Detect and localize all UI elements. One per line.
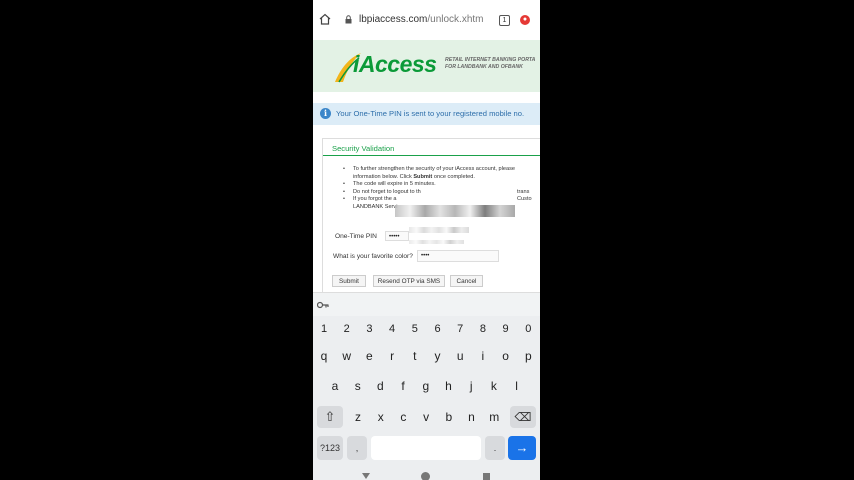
instruction-item: To further strengthen the security of yo…	[343, 166, 540, 181]
key-g[interactable]: g	[418, 376, 434, 396]
url-domain: lbpiaccess.com	[359, 14, 428, 25]
nav-recents-icon[interactable]	[483, 473, 490, 480]
instruction-text: information below. Click	[353, 173, 414, 180]
security-validation-panel: Security Validation To further strengthe…	[322, 138, 540, 302]
key-m[interactable]: m	[486, 406, 502, 428]
key-e[interactable]: e	[361, 346, 377, 366]
resend-otp-button[interactable]: Resend OTP via SMS	[373, 275, 445, 287]
key-2[interactable]: 2	[339, 320, 355, 338]
site-header-banner: iAccess RETAIL INTERNET BANKING PORTA FO…	[313, 40, 540, 92]
on-screen-keyboard: 1234567890 qwertyuiop asdfghjkl ⇧ ⌫ zxcv…	[313, 316, 540, 464]
key-w[interactable]: w	[339, 346, 355, 366]
key-x[interactable]: x	[373, 406, 389, 428]
browser-address-bar: lbpiaccess.com/unlock.xhtm 1 ●	[313, 0, 540, 40]
key-5[interactable]: 5	[407, 320, 423, 338]
instruction-item: Do not forget to logout to th trans	[343, 189, 540, 197]
key-s[interactable]: s	[350, 376, 366, 396]
key-f[interactable]: f	[395, 376, 411, 396]
key-j[interactable]: j	[463, 376, 479, 396]
space-key[interactable]	[371, 436, 481, 460]
url-path: /unlock.xhtm	[427, 14, 484, 25]
key-l[interactable]: l	[509, 376, 525, 396]
tagline-line-2: FOR LANDBANK AND OFBANK	[445, 64, 523, 70]
instruction-text: trans	[517, 188, 530, 195]
keyboard-suggestion-bar	[313, 292, 540, 317]
system-navigation-bar	[313, 464, 540, 480]
key-u[interactable]: u	[452, 346, 468, 366]
keyboard-row-1: qwertyuiop	[313, 346, 540, 366]
key-r[interactable]: r	[384, 346, 400, 366]
instruction-text: Do not forget to logout to th	[353, 188, 421, 195]
key-h[interactable]: h	[441, 376, 457, 396]
backspace-icon[interactable]: ⌫	[510, 406, 536, 428]
key-3[interactable]: 3	[361, 320, 377, 338]
redacted-text-blur	[409, 227, 469, 233]
key-0[interactable]: 0	[520, 320, 536, 338]
cancel-button[interactable]: Cancel	[450, 275, 483, 287]
logo-text: iAccess	[353, 51, 437, 77]
info-icon: i	[320, 108, 331, 119]
number-row: 1234567890	[313, 320, 540, 338]
nav-home-icon[interactable]	[421, 472, 430, 480]
key-k[interactable]: k	[486, 376, 502, 396]
keyboard-bottom-row: ?123 , . →	[313, 436, 540, 460]
enter-arrow-icon[interactable]: →	[508, 436, 536, 460]
instruction-text: The code will expire in 5 minutes.	[353, 181, 436, 188]
otp-info-message: i Your One-Time PIN is sent to your regi…	[313, 103, 540, 125]
key-7[interactable]: 7	[452, 320, 468, 338]
instruction-submit-bold: Submit	[413, 173, 433, 180]
key-6[interactable]: 6	[430, 320, 446, 338]
instruction-text: To further strengthen the security of yo…	[353, 166, 515, 172]
redacted-text-blur	[409, 240, 464, 244]
tab-switcher-icon[interactable]: 1	[499, 15, 510, 26]
key-p[interactable]: p	[520, 346, 536, 366]
key-v[interactable]: v	[418, 406, 434, 428]
otp-label: One-Time PIN	[335, 233, 377, 240]
key-4[interactable]: 4	[384, 320, 400, 338]
key-8[interactable]: 8	[475, 320, 491, 338]
site-tagline: RETAIL INTERNET BANKING PORTA FOR LANDBA…	[445, 57, 535, 71]
key-9[interactable]: 9	[498, 320, 514, 338]
period-key[interactable]: .	[485, 436, 505, 460]
home-icon[interactable]	[319, 13, 331, 25]
key-b[interactable]: b	[441, 406, 457, 428]
instruction-text: Custo	[517, 196, 532, 203]
lock-icon	[345, 15, 352, 24]
browser-menu-icon[interactable]: ●	[520, 15, 530, 25]
submit-button[interactable]: Submit	[332, 275, 366, 287]
keyboard-row-3: ⇧ ⌫ zxcvbnm	[313, 406, 540, 428]
instruction-item: The code will expire in 5 minutes.	[343, 181, 540, 189]
phone-screen: lbpiaccess.com/unlock.xhtm 1 ● iAccess R…	[313, 0, 540, 480]
comma-key[interactable]: ,	[347, 436, 367, 460]
panel-title: Security Validation	[332, 144, 395, 153]
key-q[interactable]: q	[316, 346, 332, 366]
instruction-text: once completed.	[432, 173, 475, 180]
key-n[interactable]: n	[464, 406, 480, 428]
favorite-color-label: What is your favorite color?	[333, 253, 413, 260]
url-text[interactable]: lbpiaccess.com/unlock.xhtm	[359, 14, 484, 25]
key-d[interactable]: d	[372, 376, 388, 396]
key-1[interactable]: 1	[316, 320, 332, 338]
key-z[interactable]: z	[350, 406, 366, 428]
favorite-color-input[interactable]: ••••	[417, 250, 499, 262]
key-c[interactable]: c	[395, 406, 411, 428]
key-y[interactable]: y	[430, 346, 446, 366]
symbols-key[interactable]: ?123	[317, 436, 343, 460]
key-a[interactable]: a	[327, 376, 343, 396]
panel-title-divider	[323, 155, 540, 156]
keyboard-row-2: asdfghjkl	[313, 376, 540, 396]
otp-input[interactable]: •••••	[385, 231, 409, 241]
instruction-text: If you forgot the a	[353, 196, 397, 203]
tagline-line-1: RETAIL INTERNET BANKING PORTA	[445, 57, 536, 63]
key-i[interactable]: i	[475, 346, 491, 366]
instruction-text: LANDBANK Servi	[353, 203, 398, 210]
key-o[interactable]: o	[498, 346, 514, 366]
shift-icon[interactable]: ⇧	[317, 406, 343, 428]
password-key-icon[interactable]	[317, 301, 329, 309]
key-t[interactable]: t	[407, 346, 423, 366]
nav-back-icon[interactable]	[362, 473, 370, 479]
info-message-text: Your One-Time PIN is sent to your regist…	[336, 109, 525, 118]
redacted-text-blur	[395, 205, 515, 217]
